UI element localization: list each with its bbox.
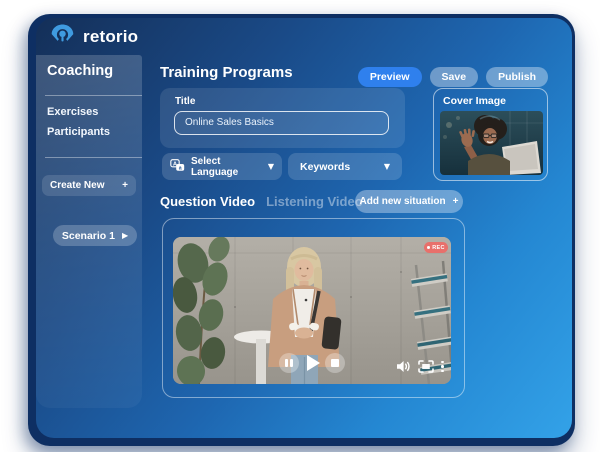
video-controls-right: [396, 360, 444, 373]
add-new-situation-button[interactable]: Add new situation +: [355, 190, 463, 213]
plus-icon: +: [122, 180, 128, 191]
preview-button[interactable]: Preview: [358, 67, 422, 87]
pause-button[interactable]: [279, 353, 299, 373]
play-icon: ▶: [122, 231, 128, 240]
stop-icon: [331, 359, 339, 367]
sidebar-item-exercises[interactable]: Exercises: [47, 106, 98, 118]
keywords-dropdown[interactable]: Keywords ▼: [288, 153, 402, 180]
brand: retorio: [49, 22, 138, 51]
sidebar-divider: [45, 157, 142, 158]
select-language-button[interactable]: A a Select Language ▼: [162, 153, 282, 180]
top-bar: retorio: [36, 18, 572, 55]
keywords-label: Keywords: [300, 161, 350, 173]
save-button[interactable]: Save: [430, 67, 479, 87]
chevron-down-icon: ▼: [268, 162, 274, 171]
pause-icon: [285, 359, 293, 367]
retorio-logo-icon: [49, 22, 76, 51]
select-language-label: Select Language: [191, 156, 262, 178]
sidebar-divider: [45, 95, 142, 96]
translate-icon: A a: [170, 159, 185, 175]
volume-button[interactable]: [396, 360, 411, 373]
video-tabs: Question Video Listening Video: [160, 194, 363, 209]
title-label: Title: [175, 96, 195, 107]
scenario-label: Scenario 1: [62, 230, 115, 242]
video-player[interactable]: REC: [173, 237, 451, 384]
sidebar-item-participants[interactable]: Participants: [47, 126, 110, 138]
fullscreen-button[interactable]: [418, 360, 434, 373]
tab-question-video[interactable]: Question Video: [160, 194, 255, 209]
play-icon: [307, 355, 320, 371]
tab-listening-video[interactable]: Listening Video: [266, 194, 363, 209]
window-shadow: retorio Coaching Exercises Participants …: [28, 14, 575, 446]
fullscreen-icon: [418, 360, 434, 373]
page-title: Training Programs: [160, 64, 293, 81]
volume-icon: [396, 360, 411, 373]
app-window: retorio Coaching Exercises Participants …: [36, 18, 572, 438]
video-controls-center: [279, 351, 345, 375]
kebab-menu-icon: [441, 361, 444, 373]
sidebar-title: Coaching: [47, 63, 113, 79]
create-new-label: Create New: [50, 180, 104, 191]
svg-text:a: a: [179, 165, 182, 171]
more-button[interactable]: [441, 361, 444, 373]
add-situation-label: Add new situation: [360, 196, 446, 207]
cover-image-photo[interactable]: [440, 111, 543, 175]
brand-name: retorio: [83, 27, 138, 47]
publish-button[interactable]: Publish: [486, 67, 548, 87]
rec-badge: REC: [424, 242, 448, 253]
stop-button[interactable]: [325, 353, 345, 373]
sidebar: Coaching Exercises Participants Create N…: [36, 55, 142, 408]
rec-label: REC: [432, 245, 445, 251]
plus-icon: +: [453, 196, 459, 207]
title-card: Title Online Sales Basics: [160, 88, 405, 148]
situation-panel: REC: [162, 218, 465, 398]
header-actions: Preview Save Publish: [358, 67, 548, 87]
chevron-down-icon: ▼: [384, 162, 390, 171]
cover-image-label: Cover Image: [443, 95, 506, 107]
create-new-button[interactable]: Create New +: [42, 175, 136, 196]
cover-image-panel: Cover Image: [433, 88, 548, 181]
rec-dot-icon: [427, 246, 430, 249]
title-input[interactable]: Online Sales Basics: [174, 111, 389, 135]
play-button[interactable]: [300, 351, 324, 375]
scenario-1-button[interactable]: Scenario 1 ▶: [53, 225, 137, 246]
